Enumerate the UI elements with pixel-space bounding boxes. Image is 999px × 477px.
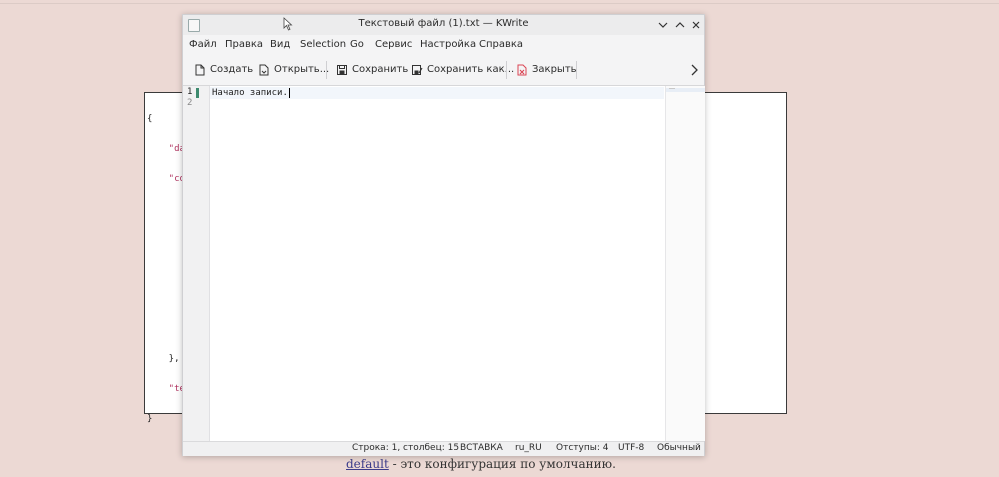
kwrite-window: Текстовый файл (1).txt — KWrite Файл Пра… bbox=[182, 14, 705, 456]
background-code-line: "te bbox=[147, 384, 185, 394]
minimize-button[interactable] bbox=[656, 17, 670, 33]
encoding[interactable]: UTF-8 bbox=[618, 443, 644, 453]
background-code-line: } bbox=[147, 414, 153, 424]
menu-selection[interactable]: Selection bbox=[300, 39, 346, 50]
open-document-icon bbox=[259, 64, 269, 76]
syntax-mode[interactable]: Обычный bbox=[657, 443, 701, 453]
background-top-line bbox=[0, 3, 999, 4]
indentation[interactable]: Отступы: 4 bbox=[556, 443, 608, 453]
save-button[interactable]: Сохранить bbox=[336, 63, 408, 77]
close-window-button[interactable] bbox=[689, 17, 703, 33]
menu-edit[interactable]: Правка bbox=[225, 39, 263, 50]
background-code-line: ​ bbox=[147, 324, 185, 334]
background-code-line: "co bbox=[147, 174, 185, 184]
dictionary[interactable]: ru_RU bbox=[515, 443, 542, 453]
window-title: Текстовый файл (1).txt — KWrite bbox=[358, 18, 529, 29]
toolbar-overflow-button[interactable] bbox=[689, 63, 699, 81]
background-code-line: ​ bbox=[147, 294, 185, 304]
new-label: Создать bbox=[210, 64, 254, 75]
toolbar-separator bbox=[326, 61, 327, 79]
main-toolbar: Создать Открыть... Сохранить Сохранить к… bbox=[183, 55, 704, 86]
chevron-down-icon bbox=[658, 22, 668, 28]
chevron-right-icon bbox=[691, 64, 698, 76]
background-footer-link[interactable]: default bbox=[346, 457, 389, 471]
background-code-line: ​ bbox=[147, 204, 185, 214]
minimap-text-preview bbox=[669, 88, 675, 89]
toolbar-separator bbox=[576, 61, 577, 79]
menu-help[interactable]: Справка bbox=[479, 39, 523, 50]
open-label: Открыть... bbox=[274, 64, 330, 75]
save-icon bbox=[337, 65, 347, 75]
close-document-icon bbox=[517, 64, 527, 76]
background-code-line: }, bbox=[147, 354, 180, 364]
line-number: 2 bbox=[187, 98, 193, 108]
text-caret bbox=[288, 87, 290, 98]
close-document-button[interactable]: Закрыть bbox=[516, 63, 577, 77]
editor-text-line[interactable]: Начало записи. bbox=[212, 87, 290, 99]
maximize-button[interactable] bbox=[673, 17, 687, 33]
menu-bar: Файл Правка Вид Selection Go Сервис Наст… bbox=[183, 35, 704, 55]
editor-line-content: Начало записи. bbox=[212, 88, 288, 98]
cursor-position[interactable]: Строка: 1, столбец: 15 bbox=[352, 443, 459, 453]
save-as-button[interactable]: Сохранить как... bbox=[411, 63, 514, 77]
input-mode[interactable]: ВСТАВКА bbox=[460, 443, 503, 453]
close-label: Закрыть bbox=[532, 64, 577, 75]
line-number-gutter: 1 2 bbox=[183, 86, 210, 441]
background-code-line: ​ bbox=[147, 234, 185, 244]
menu-tools[interactable]: Сервис bbox=[375, 39, 412, 50]
modified-line-marker bbox=[196, 88, 199, 98]
open-button[interactable]: Открыть... bbox=[258, 63, 329, 77]
background-footer: default - это конфигурация по умолчанию. bbox=[346, 457, 616, 471]
save-as-icon bbox=[412, 65, 423, 75]
status-bar: Строка: 1, столбец: 15 ВСТАВКА ru_RU Отс… bbox=[183, 441, 704, 456]
save-label: Сохранить bbox=[352, 64, 409, 75]
new-button[interactable]: Создать bbox=[194, 63, 253, 77]
mouse-pointer-icon bbox=[283, 17, 293, 31]
new-document-icon bbox=[195, 64, 205, 76]
text-editor-area[interactable]: 1 2 Начало записи. bbox=[183, 86, 705, 441]
chevron-up-icon bbox=[675, 22, 685, 28]
background-code: { "da "co ​ ​ ​ ​ ​ }, "te } bbox=[147, 94, 185, 434]
line-number: 1 bbox=[187, 87, 193, 97]
background-code-line: { bbox=[147, 114, 153, 124]
menu-go[interactable]: Go bbox=[350, 39, 364, 50]
close-icon bbox=[692, 21, 700, 29]
minimap-scrollbar[interactable] bbox=[665, 86, 705, 441]
toolbar-separator bbox=[506, 61, 507, 79]
menu-settings[interactable]: Настройка bbox=[420, 39, 476, 50]
background-code-line: ​ bbox=[147, 264, 185, 274]
background-code-line: "da bbox=[147, 144, 185, 154]
title-bar[interactable]: Текстовый файл (1).txt — KWrite bbox=[183, 15, 704, 35]
menu-view[interactable]: Вид bbox=[270, 39, 290, 50]
background-footer-text: - это конфигурация по умолчанию. bbox=[388, 457, 616, 471]
save-as-label: Сохранить как... bbox=[427, 64, 515, 75]
menu-file[interactable]: Файл bbox=[189, 39, 217, 50]
